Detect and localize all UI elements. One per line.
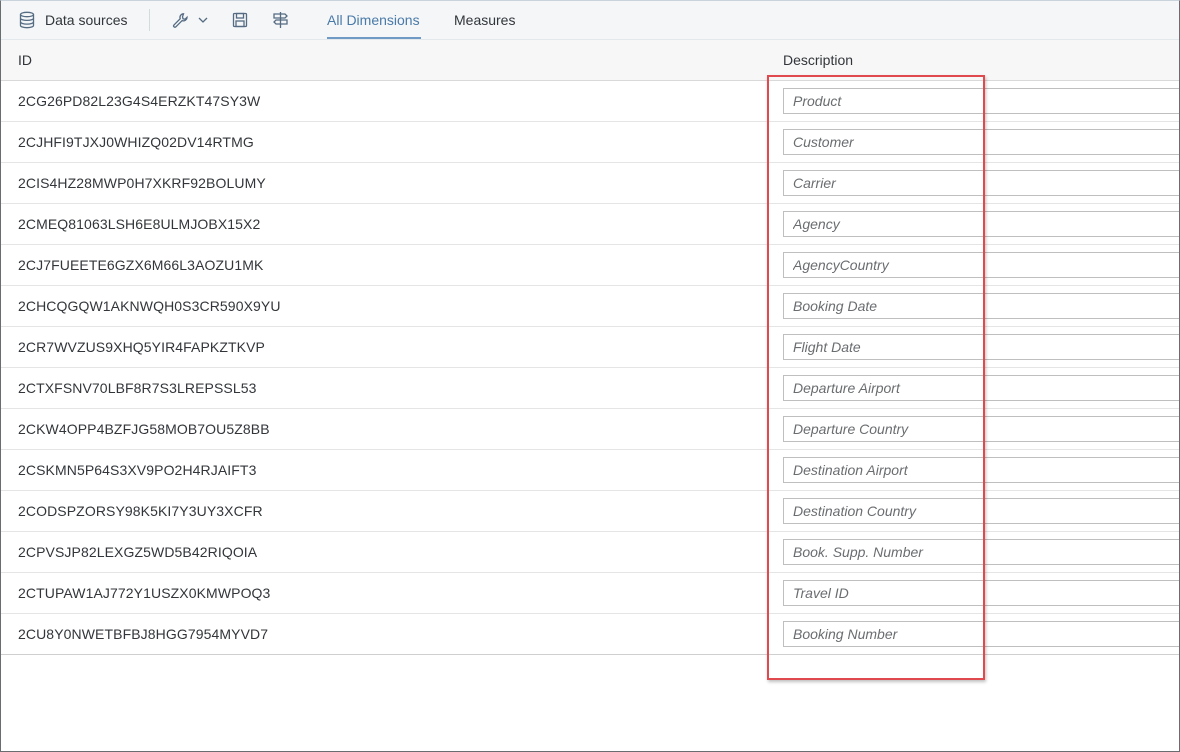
tab-all-dimensions-label: All Dimensions	[327, 12, 420, 28]
table-header: ID Description	[1, 40, 1179, 81]
description-input[interactable]	[783, 498, 1179, 524]
toolbar-divider	[149, 9, 150, 31]
tab-measures[interactable]: Measures	[454, 1, 515, 39]
description-input[interactable]	[783, 539, 1179, 565]
save-button[interactable]	[232, 1, 248, 39]
table-row[interactable]: 2CKW4OPP4BZFJG58MOB7OU5Z8BB	[1, 409, 1179, 450]
table-row[interactable]: 2CHCQGQW1AKNWQH0S3CR590X9YU	[1, 286, 1179, 327]
app-window: Data sources All Dimensions Measures ID …	[0, 0, 1180, 752]
id-cell: 2CMEQ81063LSH6E8ULMJOBX15X2	[18, 216, 261, 232]
save-icon	[232, 12, 248, 28]
description-input[interactable]	[783, 334, 1179, 360]
tab-measures-label: Measures	[454, 12, 516, 28]
data-sources-label: Data sources	[45, 12, 128, 28]
description-input[interactable]	[783, 457, 1179, 483]
wrench-icon	[172, 12, 189, 29]
table-row[interactable]: 2CTXFSNV70LBF8R7S3LREPSSL53	[1, 368, 1179, 409]
description-input[interactable]	[783, 621, 1179, 647]
table-row[interactable]: 2CU8Y0NWETBFBJ8HGG7954MYVD7	[1, 614, 1179, 655]
id-cell: 2CHCQGQW1AKNWQH0S3CR590X9YU	[18, 298, 281, 314]
id-cell: 2CIS4HZ28MWP0H7XKRF92BOLUMY	[18, 175, 266, 191]
table-row[interactable]: 2CPVSJP82LEXGZ5WD5B42RIQOIA	[1, 532, 1179, 573]
id-cell: 2CG26PD82L23G4S4ERZKT47SY3W	[18, 93, 261, 109]
column-header-description[interactable]: Description	[783, 40, 853, 80]
table-row[interactable]: 2CIS4HZ28MWP0H7XKRF92BOLUMY	[1, 163, 1179, 204]
id-cell: 2CKW4OPP4BZFJG58MOB7OU5Z8BB	[18, 421, 270, 437]
description-input[interactable]	[783, 129, 1179, 155]
description-input[interactable]	[783, 88, 1179, 114]
id-cell: 2CJ7FUEETE6GZX6M66L3AOZU1MK	[18, 257, 264, 273]
table-row[interactable]: 2CMEQ81063LSH6E8ULMJOBX15X2	[1, 204, 1179, 245]
signpost-icon	[272, 11, 289, 29]
description-input[interactable]	[783, 252, 1179, 278]
id-cell: 2CR7WVZUS9XHQ5YIR4FAPKZTKVP	[18, 339, 265, 355]
description-input[interactable]	[783, 293, 1179, 319]
table-row[interactable]: 2CR7WVZUS9XHQ5YIR4FAPKZTKVP	[1, 327, 1179, 368]
table-row[interactable]: 2CODSPZORSY98K5KI7Y3UY3XCFR	[1, 491, 1179, 532]
id-cell: 2CJHFI9TJXJ0WHIZQ02DV14RTMG	[18, 134, 254, 150]
id-cell: 2CTXFSNV70LBF8R7S3LREPSSL53	[18, 380, 257, 396]
table-row[interactable]: 2CJHFI9TJXJ0WHIZQ02DV14RTMG	[1, 122, 1179, 163]
column-header-id[interactable]: ID	[18, 40, 32, 80]
description-input[interactable]	[783, 416, 1179, 442]
active-tab-indicator	[327, 37, 421, 39]
id-cell: 2CU8Y0NWETBFBJ8HGG7954MYVD7	[18, 626, 269, 642]
id-cell: 2CPVSJP82LEXGZ5WD5B42RIQOIA	[18, 544, 258, 560]
table-body: 2CG26PD82L23G4S4ERZKT47SY3W 2CJHFI9TJXJ0…	[1, 81, 1179, 655]
data-sources-button[interactable]: Data sources	[18, 1, 127, 39]
table-row[interactable]: 2CSKMN5P64S3XV9PO2H4RJAIFT3	[1, 450, 1179, 491]
description-input[interactable]	[783, 211, 1179, 237]
signpost-button[interactable]	[272, 1, 289, 39]
description-input[interactable]	[783, 375, 1179, 401]
toolbar: Data sources All Dimensions Measures	[1, 1, 1179, 40]
table-row[interactable]: 2CTUPAW1AJ772Y1USZX0KMWPOQ3	[1, 573, 1179, 614]
tools-menu-button[interactable]	[172, 1, 208, 39]
table-row[interactable]: 2CJ7FUEETE6GZX6M66L3AOZU1MK	[1, 245, 1179, 286]
database-icon	[18, 11, 36, 29]
id-cell: 2CTUPAW1AJ772Y1USZX0KMWPOQ3	[18, 585, 271, 601]
chevron-down-icon	[198, 16, 208, 24]
id-cell: 2CSKMN5P64S3XV9PO2H4RJAIFT3	[18, 462, 257, 478]
id-cell: 2CODSPZORSY98K5KI7Y3UY3XCFR	[18, 503, 263, 519]
description-input[interactable]	[783, 580, 1179, 606]
tab-all-dimensions[interactable]: All Dimensions	[327, 1, 420, 39]
table-row[interactable]: 2CG26PD82L23G4S4ERZKT47SY3W	[1, 81, 1179, 122]
description-input[interactable]	[783, 170, 1179, 196]
